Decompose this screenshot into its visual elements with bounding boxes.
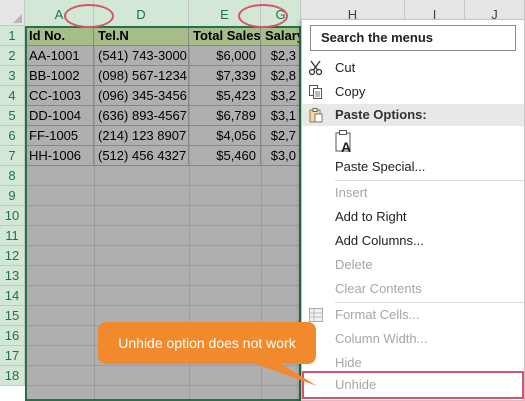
table-cell[interactable]: (214) 123 8907: [94, 126, 189, 146]
table-cell[interactable]: CC-1003: [25, 86, 94, 106]
unhide-highlight-box: [302, 371, 524, 399]
row-header[interactable]: 18: [0, 366, 25, 386]
format-cells-icon: [309, 308, 323, 322]
paste-values-icon[interactable]: A: [335, 129, 353, 155]
menu-item-label: Add Columns...: [335, 233, 424, 248]
row-header[interactable]: 7: [0, 146, 25, 166]
table-cell[interactable]: $5,460: [189, 146, 261, 166]
table-cell[interactable]: $3,1: [261, 106, 301, 126]
row-header[interactable]: 16: [0, 326, 25, 346]
row-header[interactable]: 12: [0, 246, 25, 266]
menu-item-add-to-right[interactable]: Add to Right: [302, 205, 524, 229]
paste-options-label: Paste Options:: [335, 107, 427, 122]
search-menus-input[interactable]: Search the menus: [310, 25, 516, 51]
table-cell[interactable]: $2,3: [261, 46, 301, 66]
table-cell[interactable]: $4,056: [189, 126, 261, 146]
menu-item-add-columns[interactable]: Add Columns...: [302, 229, 524, 253]
row-header[interactable]: 10: [0, 206, 25, 226]
paste-options-header: Paste Options:: [302, 104, 524, 126]
menu-item-label: Clear Contents: [335, 281, 422, 296]
table-cell[interactable]: $5,423: [189, 86, 261, 106]
menu-item-cut[interactable]: Cut: [302, 56, 524, 80]
row-header[interactable]: 11: [0, 226, 25, 246]
table-cell[interactable]: FF-1005: [25, 126, 94, 146]
table-cell[interactable]: (512) 456 4327: [94, 146, 189, 166]
row-header[interactable]: 9: [0, 186, 25, 206]
scissors-icon: [308, 60, 323, 76]
clipboard-icon: [309, 108, 323, 123]
table-header-cell[interactable]: Tel.N: [94, 26, 189, 46]
menu-item-format-cells[interactable]: Format Cells...: [302, 303, 524, 327]
menu-item-label: Format Cells...: [335, 307, 420, 322]
menu-item-paste-special[interactable]: Paste Special...: [302, 155, 524, 179]
table-cell[interactable]: DD-1004: [25, 106, 94, 126]
row-header[interactable]: 4: [0, 86, 25, 106]
table-header-cell[interactable]: Total Sales: [189, 26, 261, 46]
row-header[interactable]: 6: [0, 126, 25, 146]
table-cell[interactable]: $2,8: [261, 66, 301, 86]
table-cell[interactable]: AA-1001: [25, 46, 94, 66]
table-cell[interactable]: HH-1006: [25, 146, 94, 166]
context-menu: Search the menus Cut Copy Paste Options:: [301, 19, 525, 401]
menu-item-label: Add to Right: [335, 209, 407, 224]
menu-item-column-width[interactable]: Column Width...: [302, 327, 524, 351]
callout-pointer: [245, 360, 317, 386]
table-cell[interactable]: $6,000: [189, 46, 261, 66]
table-cell[interactable]: (541) 743-3000: [94, 46, 189, 66]
row-header[interactable]: 5: [0, 106, 25, 126]
hidden-columns-marker-left: [64, 4, 114, 28]
table-cell[interactable]: $2,7: [261, 126, 301, 146]
menu-item-label: Column Width...: [335, 331, 428, 346]
table-cell[interactable]: $6,789: [189, 106, 261, 126]
hidden-columns-marker-right: [238, 4, 288, 28]
select-all-corner[interactable]: [0, 0, 25, 26]
table-header-cell[interactable]: Id No.: [25, 26, 94, 46]
table-header-cell[interactable]: Salary: [261, 26, 301, 46]
table-cell[interactable]: $3,0: [261, 146, 301, 166]
row-header[interactable]: 13: [0, 266, 25, 286]
menu-item-clear-contents[interactable]: Clear Contents: [302, 277, 524, 301]
table-cell[interactable]: (636) 893-4567: [94, 106, 189, 126]
row-header[interactable]: 15: [0, 306, 25, 326]
menu-item-label: Paste Special...: [335, 159, 426, 174]
menu-item-copy[interactable]: Copy: [302, 80, 524, 104]
row-header[interactable]: 2: [0, 46, 25, 66]
row-header[interactable]: 17: [0, 346, 25, 366]
menu-item-insert[interactable]: Insert: [302, 181, 524, 205]
table-cell[interactable]: $3,2: [261, 86, 301, 106]
row-header[interactable]: 8: [0, 166, 25, 186]
row-header[interactable]: 3: [0, 66, 25, 86]
row-header[interactable]: 14: [0, 286, 25, 306]
menu-item-label: Cut: [335, 60, 356, 75]
menu-item-label: Insert: [335, 185, 368, 200]
menu-item-label: Hide: [335, 355, 362, 370]
table-cell[interactable]: BB-1002: [25, 66, 94, 86]
table-cell[interactable]: (096) 345-3456: [94, 86, 189, 106]
menu-item-label: Delete: [335, 257, 373, 272]
row-header[interactable]: 1: [0, 26, 25, 46]
table-cell[interactable]: $7,339: [189, 66, 261, 86]
menu-item-label: Copy: [335, 84, 366, 99]
copy-icon: [309, 85, 322, 99]
menu-item-delete[interactable]: Delete: [302, 253, 524, 277]
svg-text:A: A: [341, 139, 351, 155]
callout-note: Unhide option does not work: [98, 322, 316, 364]
table-cell[interactable]: (098) 567-1234: [94, 66, 189, 86]
